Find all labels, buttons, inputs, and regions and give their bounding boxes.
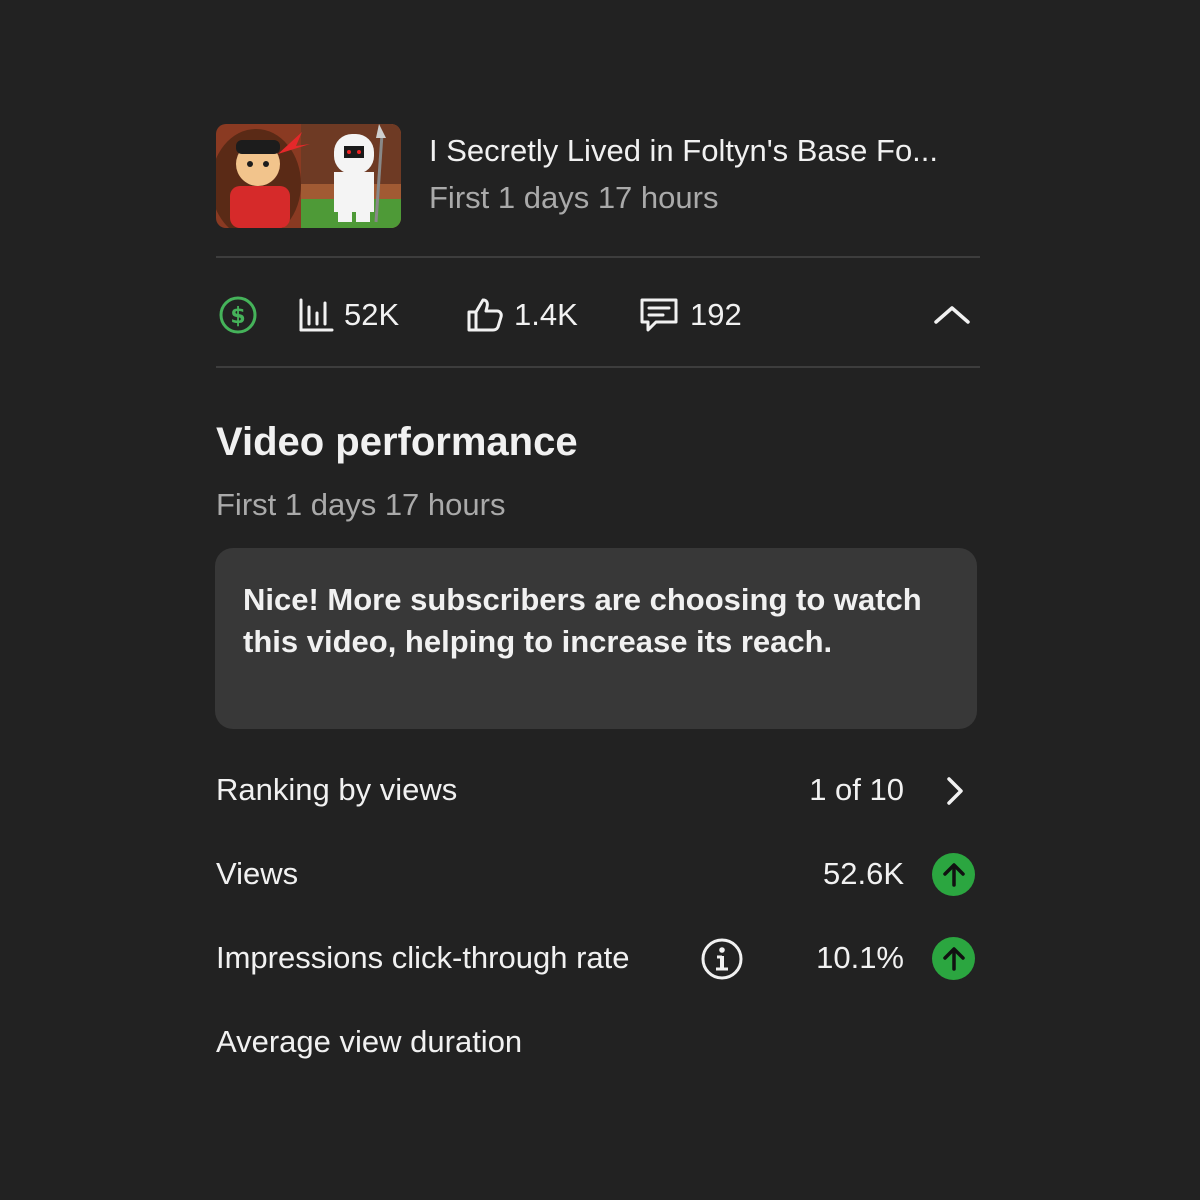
ctr-trend-badge (932, 937, 975, 980)
arrow-up-icon (942, 946, 965, 971)
insight-card: Nice! More subscribers are choosing to w… (215, 548, 977, 729)
info-icon (701, 938, 743, 980)
thumbnail-image (216, 124, 401, 228)
views-label: Views (216, 856, 299, 891)
comment-icon (640, 298, 678, 332)
views-stat[interactable]: 52K (298, 292, 399, 338)
svg-text:$: $ (230, 304, 245, 329)
section-period: First 1 days 17 hours (216, 487, 506, 522)
ctr-label: Impressions click-through rate (216, 940, 630, 975)
arrow-up-icon (942, 862, 965, 887)
comments-stat[interactable]: 192 (638, 292, 742, 338)
ctr-info-button[interactable] (700, 937, 744, 986)
insight-text: Nice! More subscribers are choosing to w… (243, 582, 922, 659)
ranking-value[interactable]: 1 of 10 (809, 772, 904, 808)
section-title: Video performance (216, 420, 578, 464)
likes-stat[interactable]: 1.4K (466, 292, 578, 338)
likes-count: 1.4K (514, 297, 578, 332)
ctr-value: 10.1% (816, 940, 904, 975)
dollar-circle-icon: $ (219, 296, 257, 334)
video-thumbnail[interactable] (216, 124, 401, 228)
collapse-button[interactable] (932, 292, 972, 338)
chevron-up-icon (934, 306, 970, 324)
avd-label: Average view duration (216, 1024, 523, 1059)
views-trend-badge (932, 853, 975, 896)
comments-count: 192 (690, 297, 742, 332)
views-count: 52K (344, 297, 400, 332)
monetization-status[interactable]: $ (218, 292, 258, 338)
divider-bottom (216, 366, 980, 368)
video-title[interactable]: I Secretly Lived in Foltyn's Base Fo... (429, 133, 938, 169)
video-period: First 1 days 17 hours (429, 180, 719, 215)
thumbs-up-icon (467, 298, 503, 332)
ranking-label[interactable]: Ranking by views (216, 772, 457, 808)
bar-chart-icon (299, 298, 334, 332)
ranking-chevron[interactable] (944, 776, 966, 811)
divider-top (216, 256, 980, 258)
views-value: 52.6K (822, 856, 904, 891)
chevron-right-icon (947, 777, 963, 805)
